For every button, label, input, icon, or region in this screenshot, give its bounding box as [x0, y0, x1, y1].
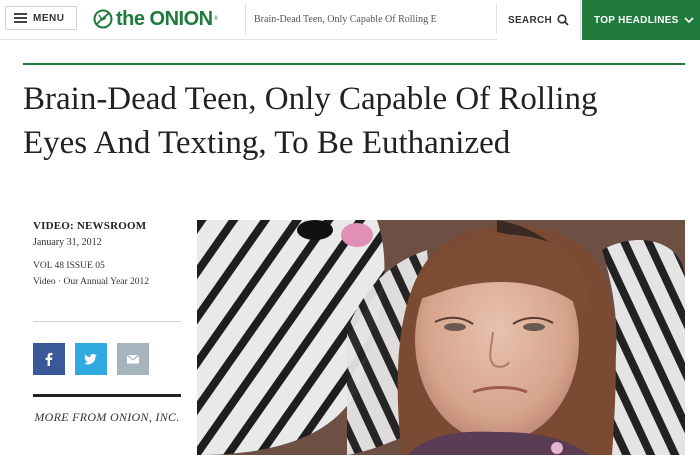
menu-button[interactable]: MENU	[5, 6, 77, 30]
hamburger-icon	[14, 13, 27, 23]
share-buttons	[33, 343, 149, 375]
article-date: January 31, 2012	[33, 237, 102, 248]
search-button[interactable]: SEARCH	[497, 0, 581, 40]
video-still-image	[197, 220, 685, 455]
video-player[interactable]	[197, 220, 685, 455]
article-series: Video · Our Annual Year 2012	[33, 277, 150, 287]
more-from-onion-link[interactable]: MORE FROM ONION, INC.	[33, 409, 181, 426]
top-headlines-button[interactable]: TOP HEADLINES	[582, 0, 700, 40]
meta-divider	[33, 321, 181, 322]
registered-mark: ®	[213, 16, 219, 22]
facebook-share-button[interactable]	[33, 343, 65, 375]
more-divider	[33, 394, 181, 397]
logo-wordmark: the ONION	[116, 7, 213, 30]
email-icon	[126, 354, 140, 364]
onion-logo[interactable]: the ONION ®	[93, 6, 218, 32]
chevron-down-icon	[684, 16, 694, 23]
article-issue: VOL 48 ISSUE 05	[33, 261, 105, 271]
article-headline: Brain-Dead Teen, Only Capable Of Rolling…	[23, 81, 598, 161]
top-headlines-label: TOP HEADLINES	[594, 14, 679, 26]
headline-divider	[23, 63, 685, 65]
twitter-icon	[84, 353, 97, 365]
search-label: SEARCH	[507, 14, 553, 26]
article-meta: VIDEO: NEWSROOM January 31, 2012 VOL 48 …	[33, 220, 183, 287]
facebook-icon	[45, 352, 53, 366]
magnifier-icon	[557, 14, 569, 26]
menu-label: MENU	[33, 12, 65, 24]
twitter-share-button[interactable]	[75, 343, 107, 375]
search-input[interactable]	[245, 4, 497, 34]
article-category[interactable]: VIDEO: NEWSROOM	[33, 220, 183, 232]
email-share-button[interactable]	[117, 343, 149, 375]
globe-icon	[93, 9, 113, 29]
top-navigation-bar: MENU the ONION ® SEARCH TOP HEADLINES	[0, 0, 700, 40]
